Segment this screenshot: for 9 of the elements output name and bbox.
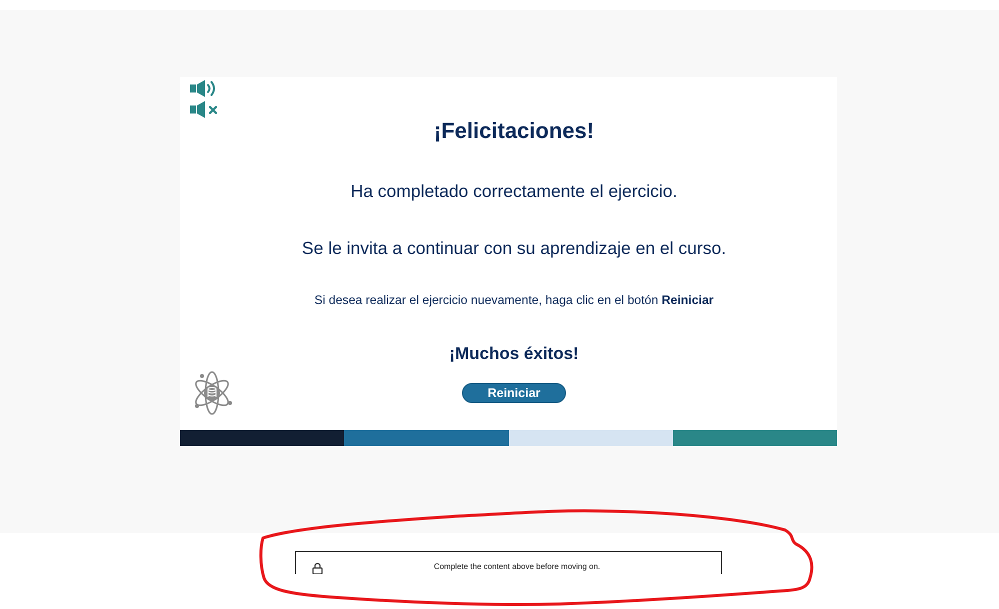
- result-message: Ha completado correctamente el ejercicio.: [350, 180, 678, 203]
- result-message: Se le invita a continuar con su aprendizaje en el curso.: [302, 237, 726, 260]
- congratulations-heading: ¡Felicitaciones!: [434, 117, 594, 145]
- restart-button[interactable]: Reiniciar: [462, 383, 566, 403]
- restart-hint: Si desea realizar el ejercicio nuevamente, haga clic en el botón Reiniciar: [314, 292, 714, 308]
- speaker-icon[interactable]: [190, 80, 217, 97]
- lock-notice-text: Complete the content above before moving on.: [432, 562, 602, 572]
- mute-icon[interactable]: [190, 101, 219, 118]
- closing-heading: ¡Muchos éxitos!: [449, 343, 579, 365]
